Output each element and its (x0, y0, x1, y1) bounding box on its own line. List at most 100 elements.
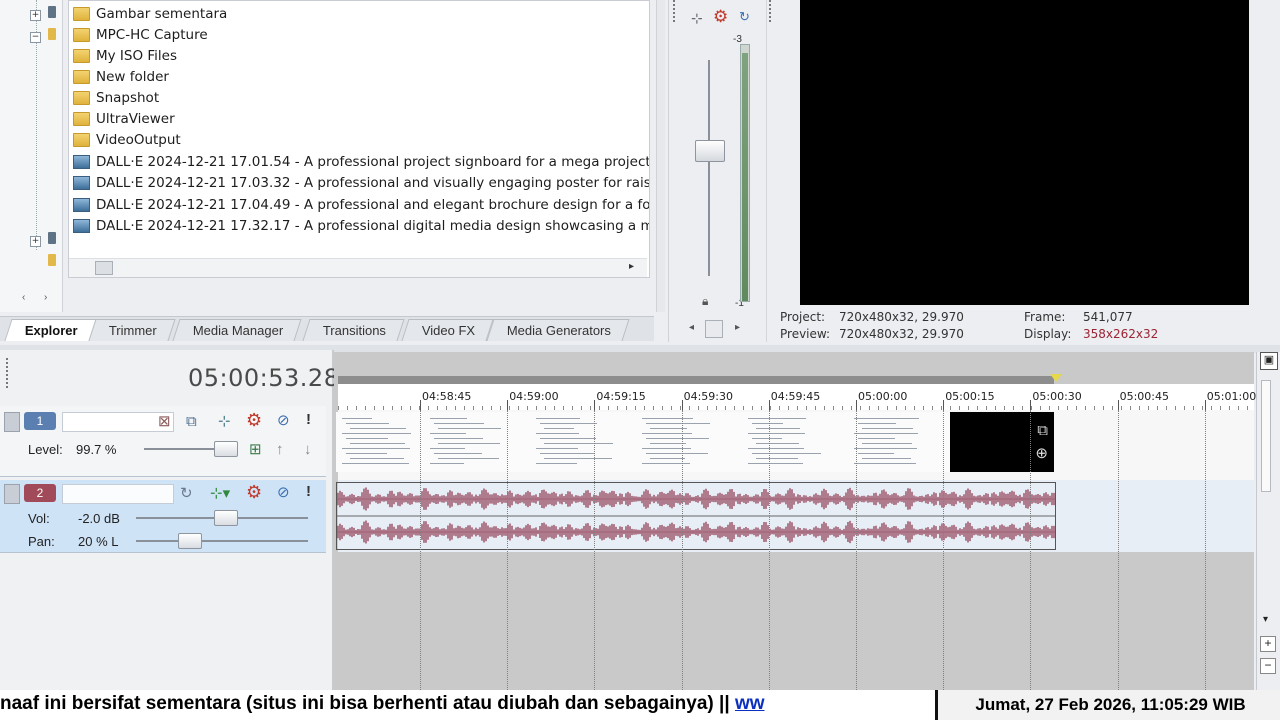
audio-track-header[interactable]: 2 ↻ ⊹▾ ⚙ ⊘ ! Vol: -2.0 dB Pan: 20 % L (0, 480, 326, 553)
pane-splitter[interactable] (656, 0, 665, 312)
child-down-icon[interactable]: ↓ (304, 442, 312, 458)
tab-media-generators[interactable]: Media Generators (486, 319, 630, 341)
tab-transitions[interactable]: Transitions (302, 319, 405, 341)
video-preview-screen[interactable] (800, 0, 1249, 305)
list-item[interactable]: Snapshot (73, 87, 649, 108)
tab-explorer[interactable]: Explorer (4, 319, 97, 341)
track-minimize-button[interactable] (4, 484, 20, 504)
video-clip-thumbnail[interactable] (742, 412, 849, 472)
video-clip-thumbnail[interactable] (336, 412, 425, 472)
video-clip-thumbnail[interactable] (636, 412, 743, 472)
fx-chain-icon[interactable]: ⊹ (218, 414, 231, 430)
tree-scroll-left-icon[interactable]: ‹ (22, 292, 25, 303)
list-item[interactable]: MPC-HC Capture (73, 24, 649, 45)
gear-icon[interactable]: ⚙ (246, 483, 262, 501)
list-item[interactable]: VideoOutput (73, 129, 649, 150)
list-item[interactable]: DALL·E 2024-12-21 17.04.49 - A professio… (73, 194, 649, 215)
list-item[interactable]: DALL·E 2024-12-21 17.32.17 - A professio… (73, 215, 649, 236)
video-track-header[interactable]: 1 ⊠ ⧉ ⊹ ⚙ ⊘ ! Level: 99.7 % ⊞ ↑ ↓ (0, 406, 326, 477)
scroll-left-icon[interactable]: ◂ (689, 322, 694, 333)
scroll-down-icon[interactable]: ▾ (1263, 614, 1268, 625)
list-item[interactable]: DALL·E 2024-12-21 17.01.54 - A professio… (73, 151, 649, 172)
item-label: New folder (96, 68, 169, 85)
list-item[interactable]: My ISO Files (73, 45, 649, 66)
zoom-in-icon[interactable]: + (1260, 636, 1276, 652)
expand-icon[interactable]: + (30, 236, 41, 247)
tab-trimmer[interactable]: Trimmer (88, 319, 176, 341)
collapse-icon[interactable]: − (30, 32, 41, 43)
mixer-scroll-thumb[interactable] (705, 320, 723, 338)
video-clip-thumbnail[interactable] (848, 412, 951, 472)
ruler-tick (943, 400, 945, 410)
exclamation-icon[interactable]: ! (306, 484, 311, 500)
horizontal-scrollbar[interactable]: ▸ (69, 258, 647, 277)
thumbnail-text-line (858, 423, 896, 424)
file-list[interactable]: Gambar sementara MPC-HC Capture My ISO F… (68, 0, 650, 278)
no-entry-icon[interactable]: ⊘ (277, 413, 290, 429)
tree-scroll-right-icon[interactable]: › (44, 292, 47, 303)
scroll-right-icon[interactable]: ▸ (735, 322, 740, 333)
gripper[interactable] (6, 358, 12, 388)
list-item[interactable]: UltraViewer (73, 108, 649, 129)
expand-icon[interactable]: + (30, 10, 41, 21)
parent-up-icon[interactable]: ↑ (276, 442, 284, 458)
video-clip-thumbnail[interactable] (424, 412, 531, 472)
event-fx-icon[interactable]: ⊕ (1035, 444, 1048, 462)
time-ruler[interactable]: 04:58:45 04:59:00 04:59:15 04:59:30 04:59:45… (338, 384, 1256, 410)
ruler-tick (681, 400, 683, 410)
lock-icon[interactable]: 🔒︎ (702, 294, 708, 309)
scroll-thumb[interactable] (1261, 380, 1271, 492)
master-fader[interactable] (695, 140, 725, 162)
playhead-marker-icon[interactable] (1050, 374, 1062, 382)
timeline-options-icon[interactable]: ▣ (1260, 352, 1278, 370)
pan-slider[interactable] (178, 533, 202, 549)
no-entry-icon[interactable]: ⊘ (277, 485, 290, 501)
thumbnail-text-line (748, 418, 806, 419)
folder-icon (73, 69, 90, 84)
fx-chain-icon[interactable]: ⊹ (691, 10, 703, 27)
scroll-right-icon[interactable]: ▸ (629, 261, 634, 272)
vertical-scrollbar[interactable]: ▣ ▾ + − (1256, 352, 1280, 690)
ruler-label: 05:00:45 (1119, 390, 1169, 403)
list-item[interactable]: DALL·E 2024-12-21 17.03.32 - A professio… (73, 172, 649, 193)
link-icon[interactable]: ↻ (739, 9, 750, 25)
list-item[interactable]: Gambar sementara (73, 3, 649, 24)
video-clip-black[interactable]: ⧉ ⊕ (950, 412, 1054, 472)
thumbnail-text-line (642, 433, 692, 434)
scroll-thumb[interactable] (95, 261, 113, 275)
audio-waveform[interactable] (336, 482, 1056, 550)
mute-icon[interactable]: ⊠ (158, 414, 171, 430)
thumbnail-text-line (430, 463, 464, 464)
tab-video-fx[interactable]: Video FX (401, 319, 494, 341)
compositing-icon[interactable]: ⧉ (186, 414, 197, 430)
track-name-field[interactable] (62, 484, 174, 504)
loop-region-bar[interactable] (338, 376, 1054, 384)
gear-icon[interactable]: ⚙ (246, 411, 262, 429)
track-minimize-button[interactable] (4, 412, 20, 432)
folder-tree[interactable]: + − + ‹ › (0, 0, 63, 312)
ruler-label: 05:00:00 (858, 390, 908, 403)
fx-chain-icon[interactable]: ⊹▾ (210, 486, 230, 502)
ticker-link[interactable]: ww (735, 693, 765, 714)
folder-icon (73, 6, 90, 21)
record-arm-icon[interactable]: ↻ (180, 486, 193, 502)
frame-value: 541,077 (1083, 310, 1133, 324)
tab-media-manager[interactable]: Media Manager (172, 319, 302, 341)
gripper[interactable] (673, 0, 679, 22)
event-pan-crop-icon[interactable]: ⧉ (1037, 422, 1048, 439)
list-item[interactable]: New folder (73, 66, 649, 87)
motion-icon[interactable]: ⊞ (249, 442, 262, 458)
thumbnail-text-line (646, 453, 708, 454)
thumbnail-text-line (858, 438, 895, 439)
exclamation-icon[interactable]: ! (306, 412, 311, 428)
volume-slider[interactable] (214, 510, 238, 526)
track-number: 2 (24, 484, 56, 502)
gripper[interactable] (769, 0, 775, 22)
zoom-out-icon[interactable]: − (1260, 658, 1276, 674)
folder-icon (48, 28, 56, 40)
level-slider[interactable] (213, 441, 238, 457)
thumbnail-text-line (434, 453, 482, 454)
thumbnail-text-line (430, 448, 465, 449)
gear-icon[interactable]: ⚙ (713, 7, 728, 27)
video-clip-thumbnail[interactable] (530, 412, 637, 472)
